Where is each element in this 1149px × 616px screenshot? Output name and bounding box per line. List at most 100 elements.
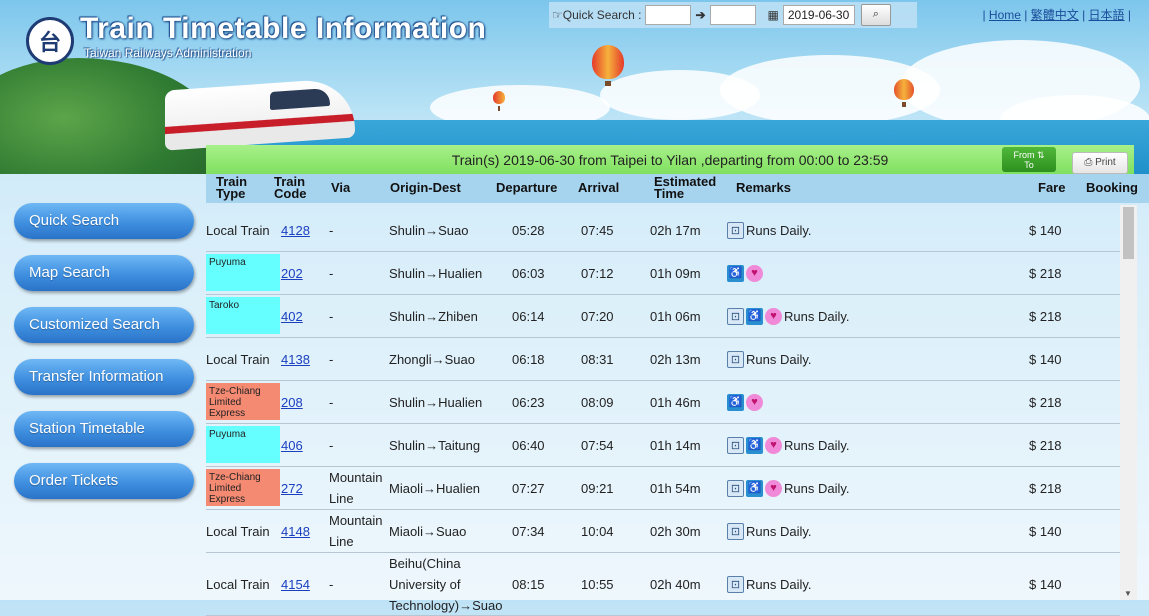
quick-search-button[interactable]: ⌕: [860, 4, 891, 26]
col-departure[interactable]: Departure: [496, 181, 557, 194]
tra-logo: 台: [26, 17, 74, 65]
via: -: [329, 576, 334, 592]
remarks: ⊡ Runs Daily.: [727, 209, 812, 251]
wheelchair-icon: ♿: [727, 264, 744, 282]
calendar-icon[interactable]: ▦: [768, 8, 779, 22]
origin-dest: Shulin→Taitung: [389, 437, 481, 453]
fare: $ 218: [1029, 480, 1062, 496]
departure-time: 06:03: [512, 265, 545, 281]
table-row: Puyuma 406 - Shulin→Taitung 06:40 07:54 01h 14…: [206, 424, 1120, 467]
train-code-link[interactable]: 4154: [281, 553, 310, 615]
departure-time: 07:34: [512, 523, 545, 539]
fare: $ 140: [1029, 523, 1062, 539]
train-daily-icon: ⊡: [727, 522, 744, 540]
train-daily-icon: ⊡: [727, 575, 744, 593]
sidebar-nav: Quick Search Map Search Customized Searc…: [14, 203, 196, 515]
origin-dest: Miaoli→Hualien: [389, 480, 481, 496]
remark-text: Runs Daily.: [746, 351, 812, 367]
from-to-label-1: From ⇅: [1013, 150, 1045, 160]
col-remarks: Remarks: [736, 180, 791, 195]
col-train-code[interactable]: Train Code: [274, 175, 307, 200]
wheelchair-icon: ♿: [746, 436, 763, 454]
train-code-link[interactable]: 406: [281, 424, 303, 466]
print-button[interactable]: ⎙ Print: [1072, 152, 1128, 174]
train-code-link[interactable]: 4148: [281, 510, 310, 552]
wheelchair-icon: ♿: [746, 307, 763, 325]
sidebar-item-quick-search[interactable]: Quick Search: [14, 203, 194, 239]
table-row: Tze-Chiang Limited Express 208 - Shulin→Hua…: [206, 381, 1120, 424]
departure-time: 08:15: [512, 576, 545, 592]
table-row: Local Train 4138 - Zhongli→Suao 06:18 08:31 02…: [206, 338, 1120, 381]
via: -: [329, 437, 334, 453]
lang-zh-link[interactable]: 繁體中文: [1031, 8, 1079, 22]
balloon-icon: [493, 91, 505, 111]
remarks: ⊡ ♿ ♥ Runs Daily.: [727, 467, 850, 509]
table-row: Local Train 4148 Mountain Line Miaoli→Suao 0…: [206, 510, 1120, 553]
train-daily-icon: ⊡: [727, 436, 744, 454]
col-estimated-time[interactable]: Estimated Time: [654, 175, 716, 200]
estimated-time: 01h 14m: [650, 437, 701, 453]
fare: $ 140: [1029, 351, 1062, 367]
scrollbar-thumb[interactable]: [1123, 207, 1134, 259]
quick-search-date-input[interactable]: 2019-06-30: [782, 5, 855, 25]
timetable-rows: Local Train 4128 - Shulin→Suao 05:28 07:45 02h…: [206, 209, 1120, 616]
estimated-time: 02h 30m: [650, 523, 701, 539]
language-links: | Home | 繁體中文 | 日本語 |: [982, 8, 1131, 22]
remark-text: Runs Daily.: [784, 308, 850, 324]
result-banner: Train(s) 2019-06-30 from Taipei to Yilan…: [206, 145, 1134, 174]
remark-text: Runs Daily.: [746, 222, 812, 238]
train-code-link[interactable]: 208: [281, 381, 303, 423]
quick-search-to-input[interactable]: [709, 5, 756, 25]
balloon-icon: [894, 79, 914, 107]
baby-care-icon: ♥: [765, 307, 782, 325]
swap-from-to-button[interactable]: From ⇅ To: [1002, 147, 1056, 172]
train-daily-icon: ⊡: [727, 221, 744, 239]
arrival-time: 07:54: [581, 437, 614, 453]
train-code-link[interactable]: 272: [281, 467, 303, 509]
estimated-time: 01h 54m: [650, 480, 701, 496]
train-type-badge: Tze-Chiang Limited Express: [206, 383, 280, 420]
sidebar-item-map-search[interactable]: Map Search: [14, 255, 194, 291]
col-train-type[interactable]: Train Type: [216, 175, 247, 200]
sidebar-item-station-timetable[interactable]: Station Timetable: [14, 411, 194, 447]
train-code-link[interactable]: 202: [281, 252, 303, 294]
search-icon: ⌕: [872, 8, 879, 20]
col-arrival[interactable]: Arrival: [578, 181, 619, 194]
sidebar-item-order-tickets[interactable]: Order Tickets: [14, 463, 194, 499]
train-code-link[interactable]: 4128: [281, 209, 310, 251]
quick-search-label: Quick Search :: [562, 8, 642, 22]
train-type-badge: Tze-Chiang Limited Express: [206, 469, 280, 506]
baby-care-icon: ♥: [746, 264, 763, 282]
table-scrollbar[interactable]: ▼: [1120, 205, 1137, 600]
departure-time: 07:27: [512, 480, 545, 496]
departure-time: 06:18: [512, 351, 545, 367]
fare: $ 218: [1029, 437, 1062, 453]
timetable-header: Train Type Train Code Via Origin-Dest De…: [206, 174, 1149, 203]
train-type: Local Train: [206, 576, 270, 592]
departure-time: 06:23: [512, 394, 545, 410]
origin-dest: Shulin→Hualien: [389, 265, 483, 281]
via: -: [329, 265, 334, 281]
wheelchair-icon: ♿: [727, 393, 744, 411]
via: -: [329, 222, 334, 238]
result-summary: Train(s) 2019-06-30 from Taipei to Yilan…: [451, 151, 889, 168]
departure-time: 06:40: [512, 437, 545, 453]
fare: $ 218: [1029, 308, 1062, 324]
remarks: ⊡ Runs Daily.: [727, 553, 812, 615]
train-code-link[interactable]: 4138: [281, 338, 310, 380]
origin-dest: Shulin→Hualien: [389, 394, 483, 410]
scroll-down-icon[interactable]: ▼: [1124, 589, 1132, 598]
quick-search-from-input[interactable]: [645, 5, 692, 25]
lang-ja-link[interactable]: 日本語: [1089, 8, 1125, 22]
home-link[interactable]: Home: [989, 8, 1021, 22]
estimated-time: 02h 17m: [650, 222, 701, 238]
train-daily-icon: ⊡: [727, 350, 744, 368]
origin-dest: Zhongli→Suao: [389, 351, 475, 367]
via: -: [329, 308, 334, 324]
sidebar-item-transfer-information[interactable]: Transfer Information: [14, 359, 194, 395]
remarks: ⊡ Runs Daily.: [727, 510, 812, 552]
fare: $ 140: [1029, 222, 1062, 238]
table-row: Puyuma 202 - Shulin→Hualien 06:03 07:12 01h 09…: [206, 252, 1120, 295]
train-code-link[interactable]: 402: [281, 295, 303, 337]
sidebar-item-customized-search[interactable]: Customized Search: [14, 307, 194, 343]
